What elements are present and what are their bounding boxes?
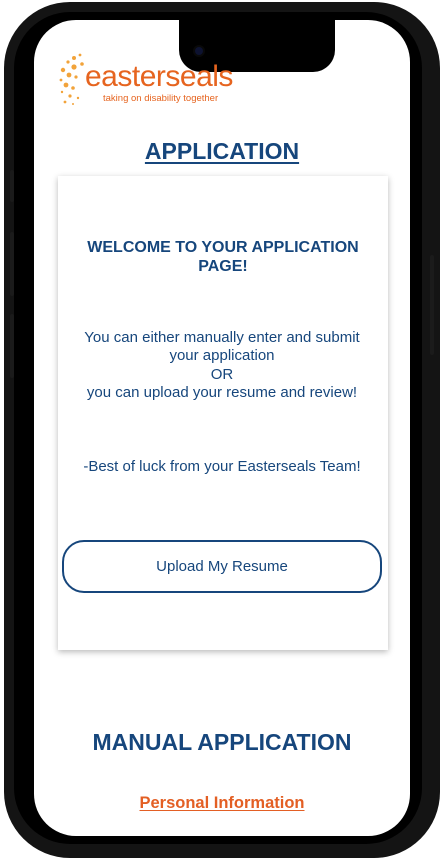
- sign-off-text: -Best of luck from your Easterseals Team…: [83, 458, 361, 475]
- welcome-heading: WELCOME TO YOUR APPLICATION PAGE!: [87, 239, 359, 275]
- personal-information-link[interactable]: Personal Information: [0, 794, 444, 813]
- instructions-line-manual: You can either manually enter and submit…: [84, 329, 360, 365]
- instructions-text: You can either manually enter and submit…: [80, 329, 364, 402]
- power-button: [430, 255, 434, 355]
- upload-resume-label: Upload My Resume: [156, 558, 288, 575]
- manual-application-title: MANUAL APPLICATION: [92, 729, 352, 755]
- logo-wordmark: easterseals: [85, 60, 233, 93]
- instructions-line-upload: you can upload your resume and review!: [86, 383, 358, 401]
- page-title: APPLICATION: [144, 138, 300, 164]
- instructions-line-or: OR: [210, 365, 234, 383]
- logo-tagline: taking on disability together: [103, 93, 219, 104]
- easterseals-logo: easterseals taking on disability togethe…: [58, 52, 238, 110]
- upload-resume-button[interactable]: Upload My Resume: [62, 540, 382, 593]
